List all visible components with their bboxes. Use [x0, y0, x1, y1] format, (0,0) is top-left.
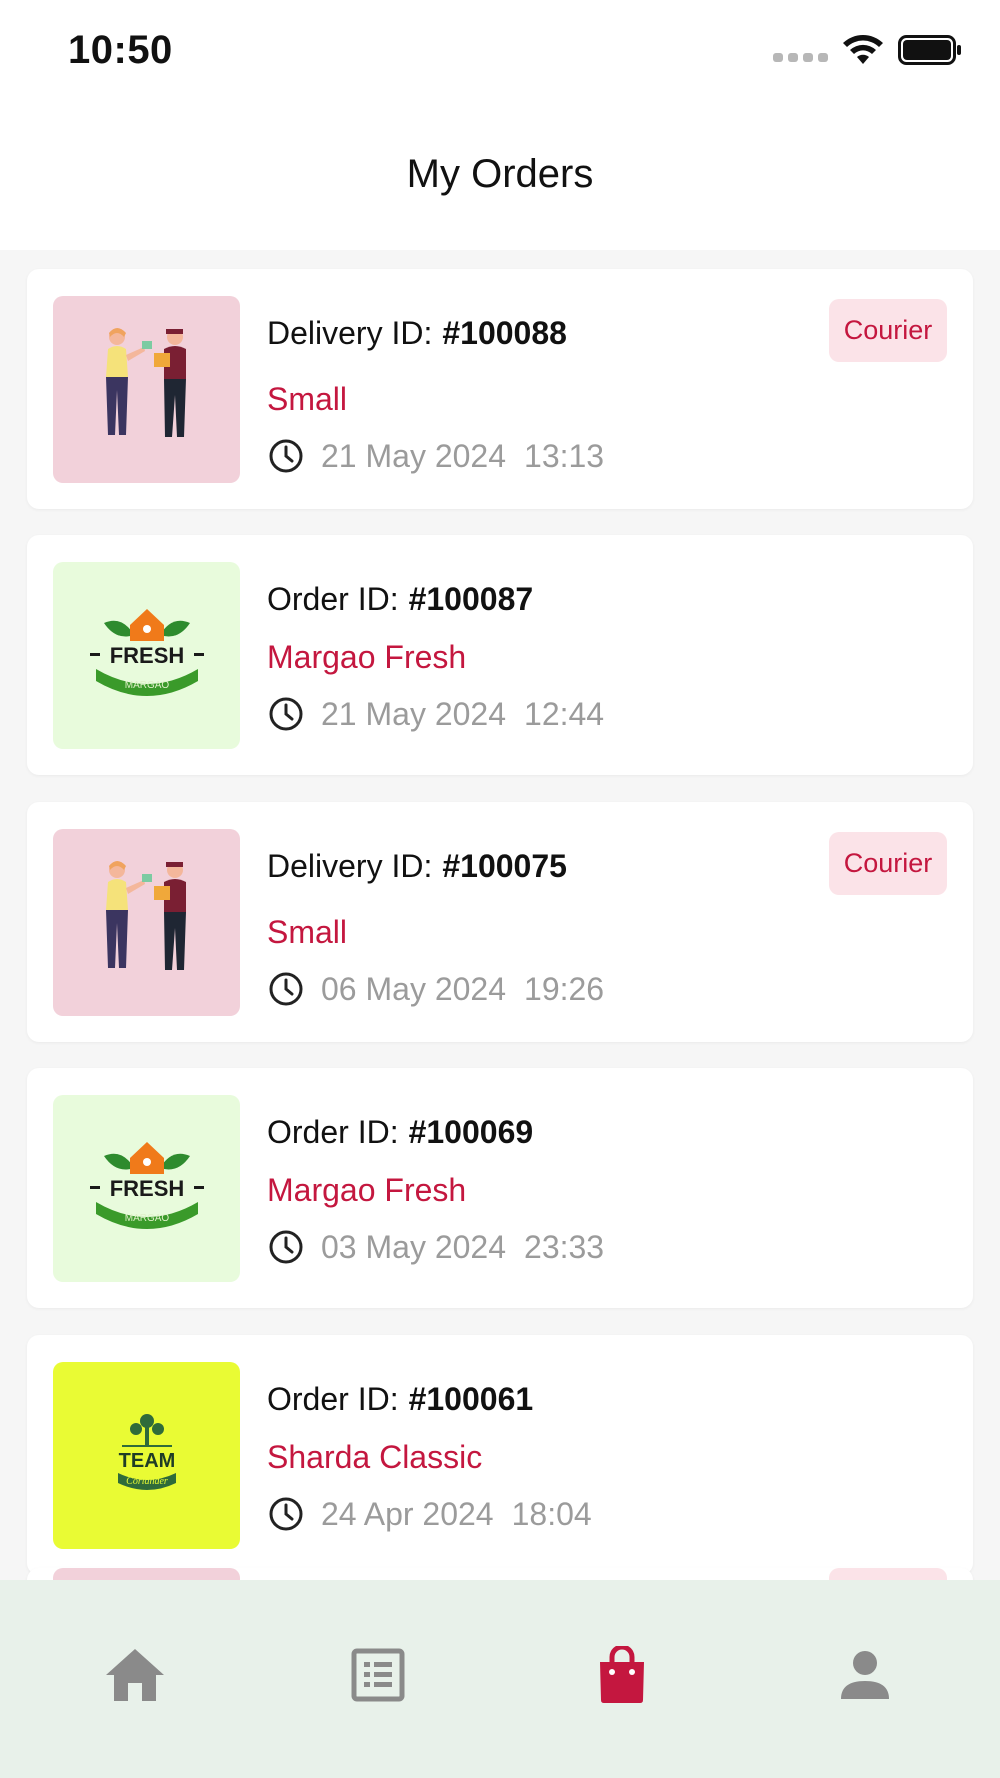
status-indicators: [773, 34, 962, 66]
status-bar: 10:50: [0, 0, 1000, 100]
order-datetime: 21 May 2024 13:13: [267, 437, 604, 475]
clock-icon: [269, 1497, 303, 1531]
order-card-partial[interactable]: [27, 1568, 973, 1580]
order-time: 13:13: [524, 437, 605, 474]
courier-badge: Courier: [829, 832, 947, 895]
order-datetime: 21 May 2024 12:44: [267, 695, 604, 733]
clock-icon: [269, 439, 303, 473]
bottom-navigation: [0, 1580, 1000, 1778]
margao-fresh-logo: FRESH MARGAO: [53, 562, 240, 749]
order-time: 12:44: [524, 695, 605, 732]
order-date: 24 Apr 2024: [321, 1495, 494, 1532]
clock-icon: [269, 972, 303, 1006]
order-datetime: 24 Apr 2024 18:04: [267, 1495, 592, 1533]
order-date: 03 May 2024: [321, 1228, 507, 1265]
status-time: 10:50: [68, 28, 173, 72]
margao-fresh-logo: FRESH MARGAO: [53, 1095, 240, 1282]
clock-icon: [269, 697, 303, 731]
home-icon: [106, 1649, 164, 1701]
cellular-signal-icon: [773, 52, 828, 62]
courier-badge-partial: [829, 1568, 947, 1580]
order-id-value: #100075: [442, 848, 567, 884]
courier-illustration-icon: [53, 296, 240, 483]
order-datetime: 06 May 2024 19:26: [267, 970, 604, 1008]
order-id-value: #100088: [442, 315, 567, 351]
fresh-logo-text: FRESH: [109, 643, 184, 668]
nav-home[interactable]: [95, 1635, 175, 1715]
fresh-logo-subtext: MARGAO: [124, 1213, 169, 1224]
order-date: 21 May 2024: [321, 695, 507, 732]
order-id-label: Order ID:: [267, 1381, 399, 1417]
team-logo-subtext: Coriander: [126, 1476, 168, 1487]
order-id-row: Order ID: #100069: [267, 1114, 533, 1151]
list-icon: [351, 1648, 405, 1702]
order-thumb-partial: [53, 1568, 240, 1580]
order-id-value: #100069: [408, 1114, 534, 1150]
profile-icon: [841, 1651, 889, 1699]
order-card[interactable]: FRESH MARGAO Order ID: #100087 Margao Fre…: [27, 535, 973, 775]
wifi-icon: [843, 35, 883, 64]
order-id-row: Delivery ID: #100075: [267, 848, 567, 885]
courier-badge: Courier: [829, 299, 947, 362]
store-name: Small: [267, 914, 348, 950]
order-date: 06 May 2024: [321, 970, 507, 1007]
store-name: Small: [267, 381, 348, 417]
nav-orders-list[interactable]: [338, 1635, 418, 1715]
fresh-logo-text: FRESH: [109, 1176, 184, 1201]
order-time: 23:33: [524, 1228, 605, 1265]
fresh-logo-subtext: MARGAO: [124, 680, 169, 691]
header: My Orders: [0, 100, 1000, 250]
nav-profile[interactable]: [825, 1635, 905, 1715]
order-id-row: Order ID: #100087: [267, 581, 533, 618]
store-name: Sharda Classic: [267, 1439, 483, 1475]
order-card[interactable]: TEAM Coriander Order ID: #100061 Sharda C…: [27, 1335, 973, 1575]
order-id-value: #100061: [408, 1381, 534, 1417]
order-id-label: Delivery ID:: [267, 315, 433, 351]
order-id-row: Order ID: #100061: [267, 1381, 533, 1418]
order-card[interactable]: Delivery ID: #100075 Small 06 May 2024 19:…: [27, 802, 973, 1042]
nav-my-orders[interactable]: [582, 1635, 662, 1715]
order-id-row: Delivery ID: #100088: [267, 315, 567, 352]
order-id-label: Delivery ID:: [267, 848, 433, 884]
team-logo-text: TEAM: [118, 1450, 175, 1472]
battery-icon: [898, 35, 961, 65]
order-card[interactable]: FRESH MARGAO Order ID: #100069 Margao Fre…: [27, 1068, 973, 1308]
store-name: Margao Fresh: [267, 1172, 467, 1208]
orders-list[interactable]: Delivery ID: #100088 Small 21 May 2024 13:…: [0, 250, 1000, 1580]
order-id-label: Order ID:: [267, 1114, 399, 1150]
order-time: 18:04: [511, 1495, 592, 1532]
courier-illustration-icon: [53, 829, 240, 1016]
clock-icon: [269, 1230, 303, 1264]
page-title: My Orders: [406, 152, 594, 196]
shopping-bag-icon: [600, 1646, 644, 1703]
order-id-label: Order ID:: [267, 581, 399, 617]
store-name: Margao Fresh: [267, 639, 467, 675]
team-coriander-logo: TEAM Coriander: [53, 1362, 240, 1549]
order-id-value: #100087: [408, 581, 534, 617]
order-date: 21 May 2024: [321, 437, 507, 474]
order-datetime: 03 May 2024 23:33: [267, 1228, 604, 1266]
order-card[interactable]: Delivery ID: #100088 Small 21 May 2024 13:…: [27, 269, 973, 509]
order-time: 19:26: [524, 970, 605, 1007]
